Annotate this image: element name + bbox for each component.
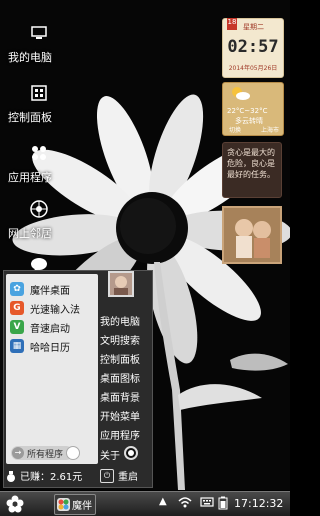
record-icon bbox=[124, 446, 138, 460]
apps-icon bbox=[28, 142, 50, 164]
earnings-text: 已赚：2.61元 bbox=[20, 472, 83, 483]
menu-item-desktop-icons[interactable]: 桌面图标 bbox=[100, 370, 140, 385]
restart-label: 重启 bbox=[118, 472, 138, 483]
desktop-icon-label: 网上邻居 bbox=[8, 227, 52, 240]
restart-button[interactable]: ⏻ 重启 bbox=[100, 468, 138, 483]
calendar-icon: ▦ bbox=[10, 339, 24, 353]
app-launcher[interactable]: V 音速启动 bbox=[10, 318, 70, 336]
battery-icon[interactable] bbox=[218, 496, 228, 513]
wifi-icon[interactable] bbox=[178, 496, 192, 511]
calendar-badge: 18 bbox=[227, 18, 237, 30]
desktop-icon-control-panel[interactable]: 控制面板 bbox=[8, 82, 72, 125]
menu-item-search[interactable]: 文明搜索 bbox=[100, 332, 140, 347]
arrow-right-icon: → bbox=[12, 447, 24, 459]
app-label: 音速启动 bbox=[30, 323, 70, 335]
start-menu: ✿ 魔伴桌面 G 光速输入法 V 音速启动 ▦ 哈哈日历 → 所有程序 我的电脑… bbox=[3, 270, 153, 488]
menu-item-wallpaper[interactable]: 桌面背景 bbox=[100, 389, 140, 404]
clock-widget[interactable]: 18 星期二 02:57 2014年05月26日 bbox=[222, 18, 284, 78]
all-programs-button[interactable]: → 所有程序 bbox=[11, 446, 73, 460]
control-panel-icon bbox=[28, 82, 50, 104]
keyboard-icon[interactable] bbox=[200, 496, 214, 511]
clock-time: 02:57 bbox=[227, 37, 279, 57]
desktop-icon-network[interactable]: 网上邻居 bbox=[8, 198, 72, 241]
taskbar: 魔伴 ▲ 17:12:32 bbox=[0, 491, 290, 516]
tray-up-arrow-icon[interactable]: ▲ bbox=[159, 496, 167, 507]
quote-note-widget[interactable]: 贪心是最大的危险，良心是最好的任务。 bbox=[222, 142, 282, 198]
earnings-display: 已赚：2.61元 bbox=[6, 468, 82, 483]
money-bag-icon bbox=[7, 470, 15, 482]
start-menu-apps-panel: ✿ 魔伴桌面 G 光速输入法 V 音速启动 ▦ 哈哈日历 → 所有程序 bbox=[6, 274, 98, 464]
computer-icon bbox=[28, 22, 50, 44]
input-method-icon: G bbox=[10, 301, 24, 315]
mobao-icon: ✿ bbox=[10, 282, 24, 296]
all-programs-toggle[interactable] bbox=[66, 446, 80, 460]
app-label: 魔伴桌面 bbox=[30, 285, 70, 297]
weather-temp: 22°C~32°C bbox=[227, 107, 268, 115]
weather-widget[interactable]: 22°C~32°C 多云转晴 切换 上海市 bbox=[222, 82, 284, 136]
desktop-icon-label: 我的电脑 bbox=[8, 51, 52, 64]
menu-item-start-menu[interactable]: 开始菜单 bbox=[100, 408, 140, 423]
weather-city: 上海市 bbox=[260, 127, 279, 134]
desktop-icon-apps[interactable]: 应用程序 bbox=[8, 142, 72, 185]
sun-cloud-icon bbox=[232, 87, 250, 100]
about-button[interactable]: 关于 bbox=[100, 446, 144, 462]
app-input-method[interactable]: G 光速输入法 bbox=[10, 299, 80, 317]
network-icon bbox=[28, 198, 50, 220]
weather-change[interactable]: 切换 bbox=[229, 125, 241, 134]
taskbar-clock[interactable]: 17:12:32 bbox=[234, 497, 283, 510]
user-avatar[interactable] bbox=[108, 271, 134, 297]
taskbar-app-label: 魔伴 bbox=[72, 501, 92, 512]
clock-weekday: 星期二 bbox=[243, 23, 264, 31]
photo-frame-widget[interactable] bbox=[222, 206, 282, 264]
start-menu-footer: 已赚：2.61元 ⏻ 重启 bbox=[4, 465, 152, 487]
clock-date: 2014年05月26日 bbox=[228, 65, 278, 72]
power-icon: ⏻ bbox=[100, 468, 114, 483]
menu-item-my-computer[interactable]: 我的电脑 bbox=[100, 313, 140, 328]
menu-item-control-panel[interactable]: 控制面板 bbox=[100, 351, 140, 366]
taskbar-app-mobao[interactable]: 魔伴 bbox=[54, 494, 96, 515]
desktop-icon-label: 应用程序 bbox=[8, 171, 52, 184]
mobao-icon bbox=[57, 498, 70, 511]
app-calendar[interactable]: ▦ 哈哈日历 bbox=[10, 337, 70, 355]
launcher-icon: V bbox=[10, 320, 24, 334]
menu-item-apps[interactable]: 应用程序 bbox=[100, 427, 140, 442]
about-label: 关于 bbox=[100, 451, 120, 462]
all-programs-label: 所有程序 bbox=[27, 449, 64, 460]
photo-image bbox=[224, 208, 280, 262]
desktop-icon-label: 控制面板 bbox=[8, 111, 52, 124]
app-label: 哈哈日历 bbox=[30, 342, 70, 354]
start-flower-icon[interactable] bbox=[6, 495, 24, 513]
desktop-icon-my-computer[interactable]: 我的电脑 bbox=[8, 22, 72, 65]
app-label: 光速输入法 bbox=[30, 304, 80, 316]
app-mobao-desktop[interactable]: ✿ 魔伴桌面 bbox=[10, 280, 70, 298]
